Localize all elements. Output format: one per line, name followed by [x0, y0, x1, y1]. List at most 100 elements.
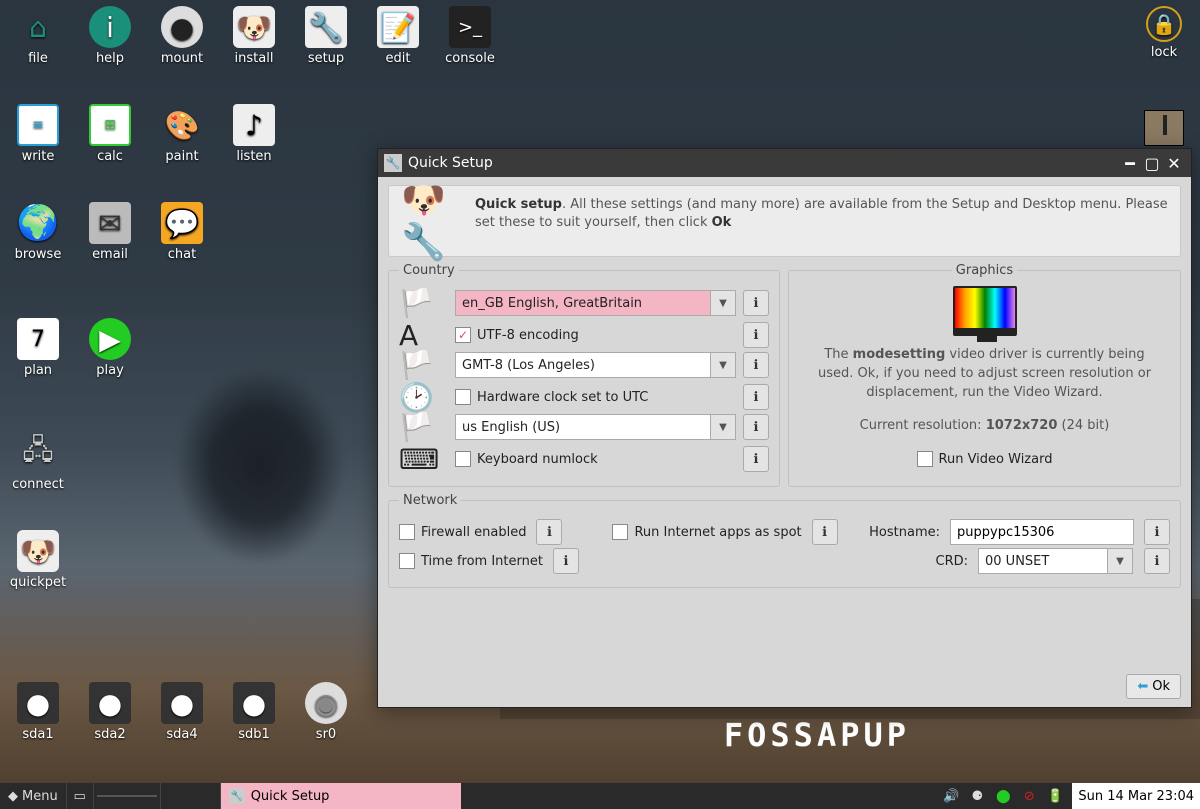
chevron-down-icon[interactable]: ▼ [710, 352, 736, 378]
label: mount [150, 51, 214, 66]
label: listen [222, 149, 286, 164]
label: file [6, 51, 70, 66]
console-icon[interactable]: >_console [438, 6, 502, 66]
puppy-logo-icon: 🐶🔧 [401, 196, 461, 246]
task-quick-setup[interactable]: 🔧Quick Setup [221, 783, 461, 809]
quickpet-icon[interactable]: 🐶quickpet [6, 530, 70, 590]
show-desktop-button[interactable]: ▭ [67, 783, 94, 809]
ok-button[interactable]: ⬅ Ok [1126, 674, 1181, 699]
chevron-down-icon[interactable]: ▼ [710, 414, 736, 440]
intro-banner: 🐶🔧 Quick setup. All these settings (and … [388, 185, 1181, 257]
connect-icon[interactable]: 🖧connect [6, 432, 70, 492]
numlock-label: Keyboard numlock [477, 452, 598, 467]
label: sdb1 [222, 727, 286, 742]
label: calc [78, 149, 142, 164]
timeinternet-checkbox[interactable]: Time from Internet [399, 553, 543, 569]
timezone-info-button[interactable]: ℹ [743, 352, 769, 378]
chevron-down-icon[interactable]: ▼ [1107, 548, 1133, 574]
play-icon[interactable]: ▶play [78, 318, 142, 378]
chat-icon[interactable]: 💬chat [150, 202, 214, 262]
locale-info-button[interactable]: ℹ [743, 290, 769, 316]
firewall-tray-icon[interactable]: ⊘ [1020, 788, 1038, 804]
setup-icon[interactable]: 🔧setup [294, 6, 358, 66]
battery-icon[interactable]: 🔋 [1046, 788, 1064, 804]
hostname-label: Hostname: [869, 525, 940, 540]
desktop-1[interactable] [97, 795, 127, 797]
video-wizard-checkbox[interactable]: Run Video Wizard [799, 451, 1170, 467]
close-button[interactable]: ✕ [1163, 152, 1185, 174]
hostname-info-button[interactable]: ℹ [1144, 519, 1170, 545]
crd-info-button[interactable]: ℹ [1144, 548, 1170, 574]
mount-icon[interactable]: ●mount [150, 6, 214, 66]
volume-icon[interactable]: 🔊 [942, 788, 960, 804]
drive-sdb1[interactable]: ●sdb1 [222, 682, 286, 742]
menu-button[interactable]: ◆ Menu [0, 783, 67, 809]
label: sr0 [294, 727, 358, 742]
window-icon: 🔧 [384, 154, 402, 172]
spot-label: Run Internet apps as spot [634, 525, 801, 540]
hwclock-label: Hardware clock set to UTC [477, 390, 648, 405]
write-icon[interactable]: ≡write [6, 104, 70, 164]
help-icon[interactable]: ihelp [78, 6, 142, 66]
chevron-down-icon[interactable]: ▼ [710, 290, 736, 316]
plan-icon[interactable]: 7plan [6, 318, 70, 378]
minimize-button[interactable]: ━ [1119, 152, 1141, 174]
edit-icon[interactable]: 📝edit [366, 6, 430, 66]
maximize-button[interactable]: ▢ [1141, 152, 1163, 174]
monitor-icon [953, 286, 1017, 336]
storage-icon[interactable]: ⬤ [994, 788, 1012, 804]
firewall-info-button[interactable]: ℹ [536, 519, 562, 545]
label: sda1 [6, 727, 70, 742]
paint-icon[interactable]: 🎨paint [150, 104, 214, 164]
desktop-2[interactable] [127, 795, 157, 797]
utf8-label: UTF-8 encoding [477, 328, 579, 343]
hwclock-checkbox[interactable]: Hardware clock set to UTC [455, 389, 737, 405]
label: help [78, 51, 142, 66]
virtual-desktops[interactable] [94, 783, 161, 809]
timeinternet-info-button[interactable]: ℹ [553, 548, 579, 574]
browse-icon[interactable]: 🌍browse [6, 202, 70, 262]
clock[interactable]: Sun 14 Mar 23:04 [1072, 783, 1200, 809]
lock-icon[interactable]: 🔒lock [1132, 6, 1196, 60]
label: setup [294, 51, 358, 66]
drive-sda1[interactable]: ●sda1 [6, 682, 70, 742]
drive-sda4[interactable]: ●sda4 [150, 682, 214, 742]
drive-sda2[interactable]: ●sda2 [78, 682, 142, 742]
label: connect [6, 477, 70, 492]
utf8-checkbox[interactable]: ✓UTF-8 encoding [455, 327, 737, 343]
country-legend: Country [399, 263, 459, 278]
utf8-info-button[interactable]: ℹ [743, 322, 769, 348]
drive-sr0[interactable]: ◉sr0 [294, 682, 358, 742]
timezone-icon: 🏳️🕑 [399, 357, 447, 405]
file-icon[interactable]: ⌂file [6, 6, 70, 66]
crd-select[interactable]: 00 UNSET▼ [978, 548, 1108, 574]
spot-checkbox[interactable]: Run Internet apps as spot [612, 524, 801, 540]
quick-setup-window: 🔧 Quick Setup ━ ▢ ✕ 🐶🔧 Quick setup. All … [377, 148, 1192, 708]
label: console [438, 51, 502, 66]
res-depth: (24 bit) [1057, 418, 1109, 433]
video-wizard-label: Run Video Wizard [939, 452, 1053, 467]
graphics-legend: Graphics [952, 263, 1017, 278]
numlock-checkbox[interactable]: Keyboard numlock [455, 451, 737, 467]
calc-icon[interactable]: ⊞calc [78, 104, 142, 164]
locale-select[interactable]: en_GB English, GreatBritain▼ [455, 290, 711, 316]
numlock-info-button[interactable]: ℹ [743, 446, 769, 472]
hwclock-info-button[interactable]: ℹ [743, 384, 769, 410]
spot-info-button[interactable]: ℹ [812, 519, 838, 545]
listen-icon[interactable]: ♪listen [222, 104, 286, 164]
keyboard-info-button[interactable]: ℹ [743, 414, 769, 440]
keyboard-select[interactable]: us English (US)▼ [455, 414, 711, 440]
titlebar[interactable]: 🔧 Quick Setup ━ ▢ ✕ [378, 149, 1191, 177]
label: install [222, 51, 286, 66]
gtext-pre: The [824, 347, 852, 362]
system-tray: 🔊 ⚈ ⬤ ⊘ 🔋 [934, 783, 1072, 809]
hostname-input[interactable] [950, 519, 1134, 545]
timezone-select[interactable]: GMT-8 (Los Angeles)▼ [455, 352, 711, 378]
firewall-checkbox[interactable]: Firewall enabled [399, 524, 526, 540]
network-tray-icon[interactable]: ⚈ [968, 788, 986, 804]
email-icon[interactable]: ✉email [78, 202, 142, 262]
firewall-label: Firewall enabled [421, 525, 526, 540]
window-title: Quick Setup [408, 155, 493, 171]
install-icon[interactable]: 🐶install [222, 6, 286, 66]
locale-icon: 🏳️A [399, 295, 447, 343]
